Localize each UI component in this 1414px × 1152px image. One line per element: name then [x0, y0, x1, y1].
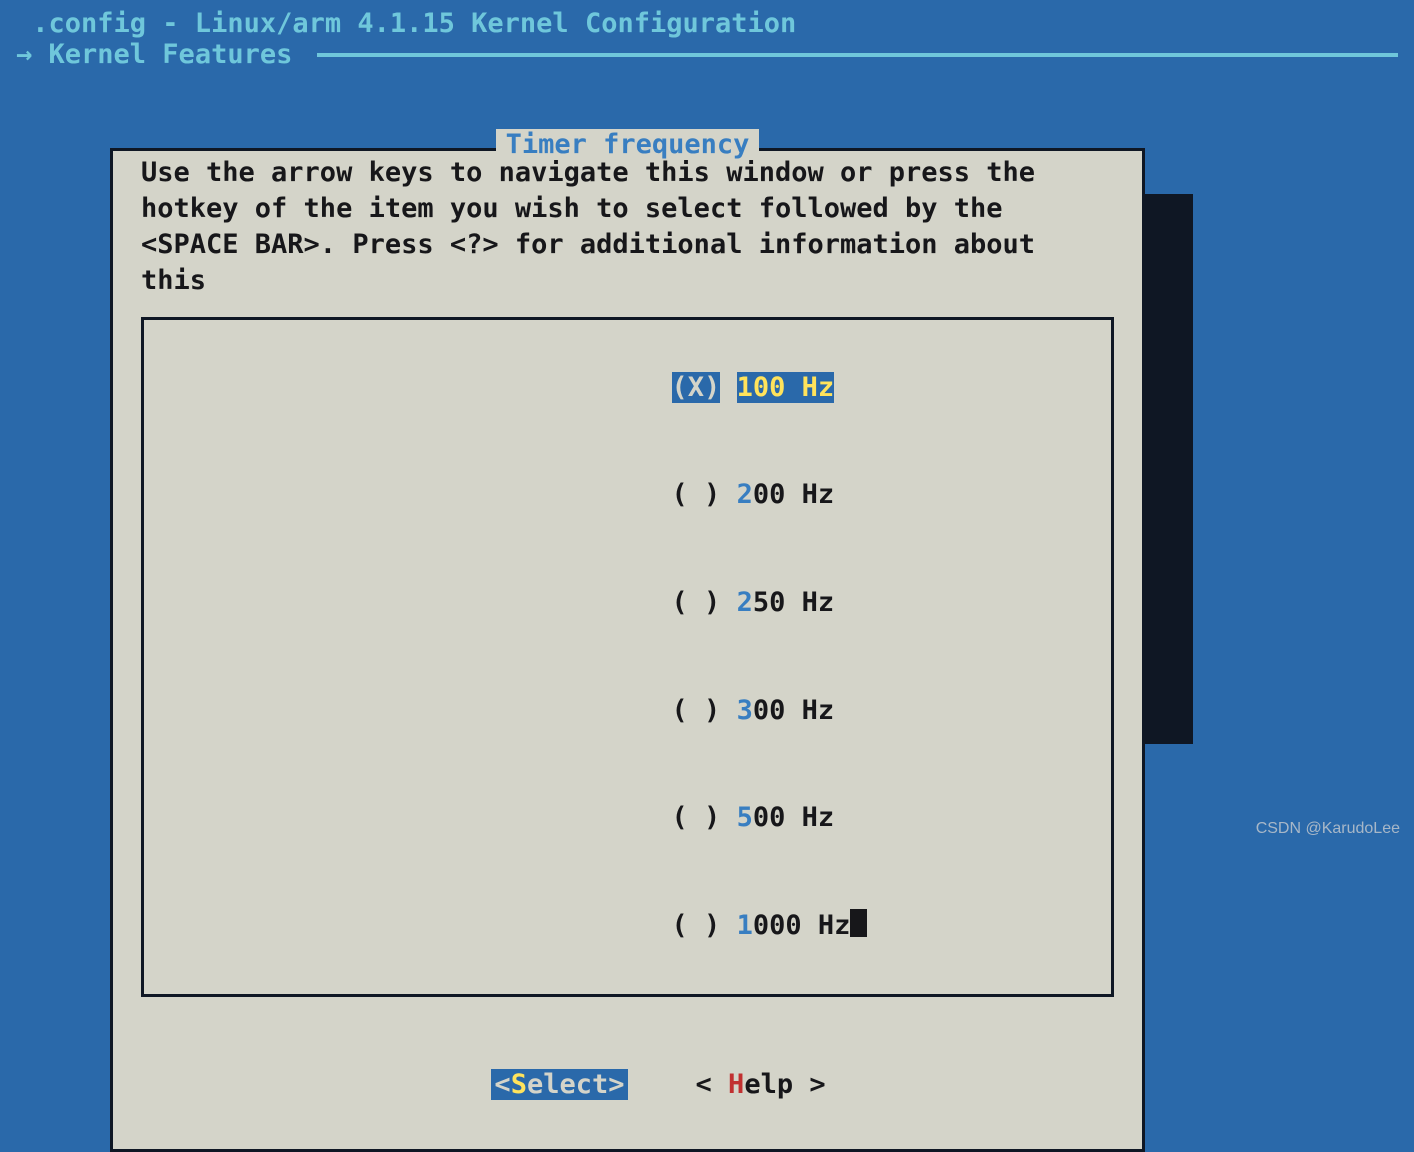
button-bar: <Select> < Help > [113, 1022, 1142, 1149]
option-300hz[interactable]: ( ) 300 Hz [144, 657, 1111, 765]
option-1000hz[interactable]: ( ) 1000 Hz [144, 872, 1111, 980]
help-button[interactable]: < Help > [693, 1069, 829, 1100]
breadcrumb: → Kernel Features [0, 39, 1414, 70]
window-title: .config - Linux/arm 4.1.15 Kernel Config… [0, 0, 1414, 39]
breadcrumb-arrow-icon: → [16, 39, 49, 70]
breadcrumb-rule [317, 53, 1398, 57]
option-500hz[interactable]: ( ) 500 Hz [144, 765, 1111, 873]
option-100hz[interactable]: (X) 100 Hz [144, 334, 1111, 442]
dialog: Timer frequency Use the arrow keys to na… [110, 148, 1145, 1152]
cursor-icon [850, 909, 866, 937]
option-250hz[interactable]: ( ) 250 Hz [144, 549, 1111, 657]
watermark: CSDN @KarudoLee [1256, 820, 1400, 838]
breadcrumb-label: Kernel Features [49, 39, 309, 70]
option-list: (X) 100 Hz ( ) 200 Hz ( ) 250 Hz ( ) 300… [141, 317, 1114, 997]
option-200hz[interactable]: ( ) 200 Hz [144, 441, 1111, 549]
select-button[interactable]: <Select> [491, 1069, 627, 1100]
